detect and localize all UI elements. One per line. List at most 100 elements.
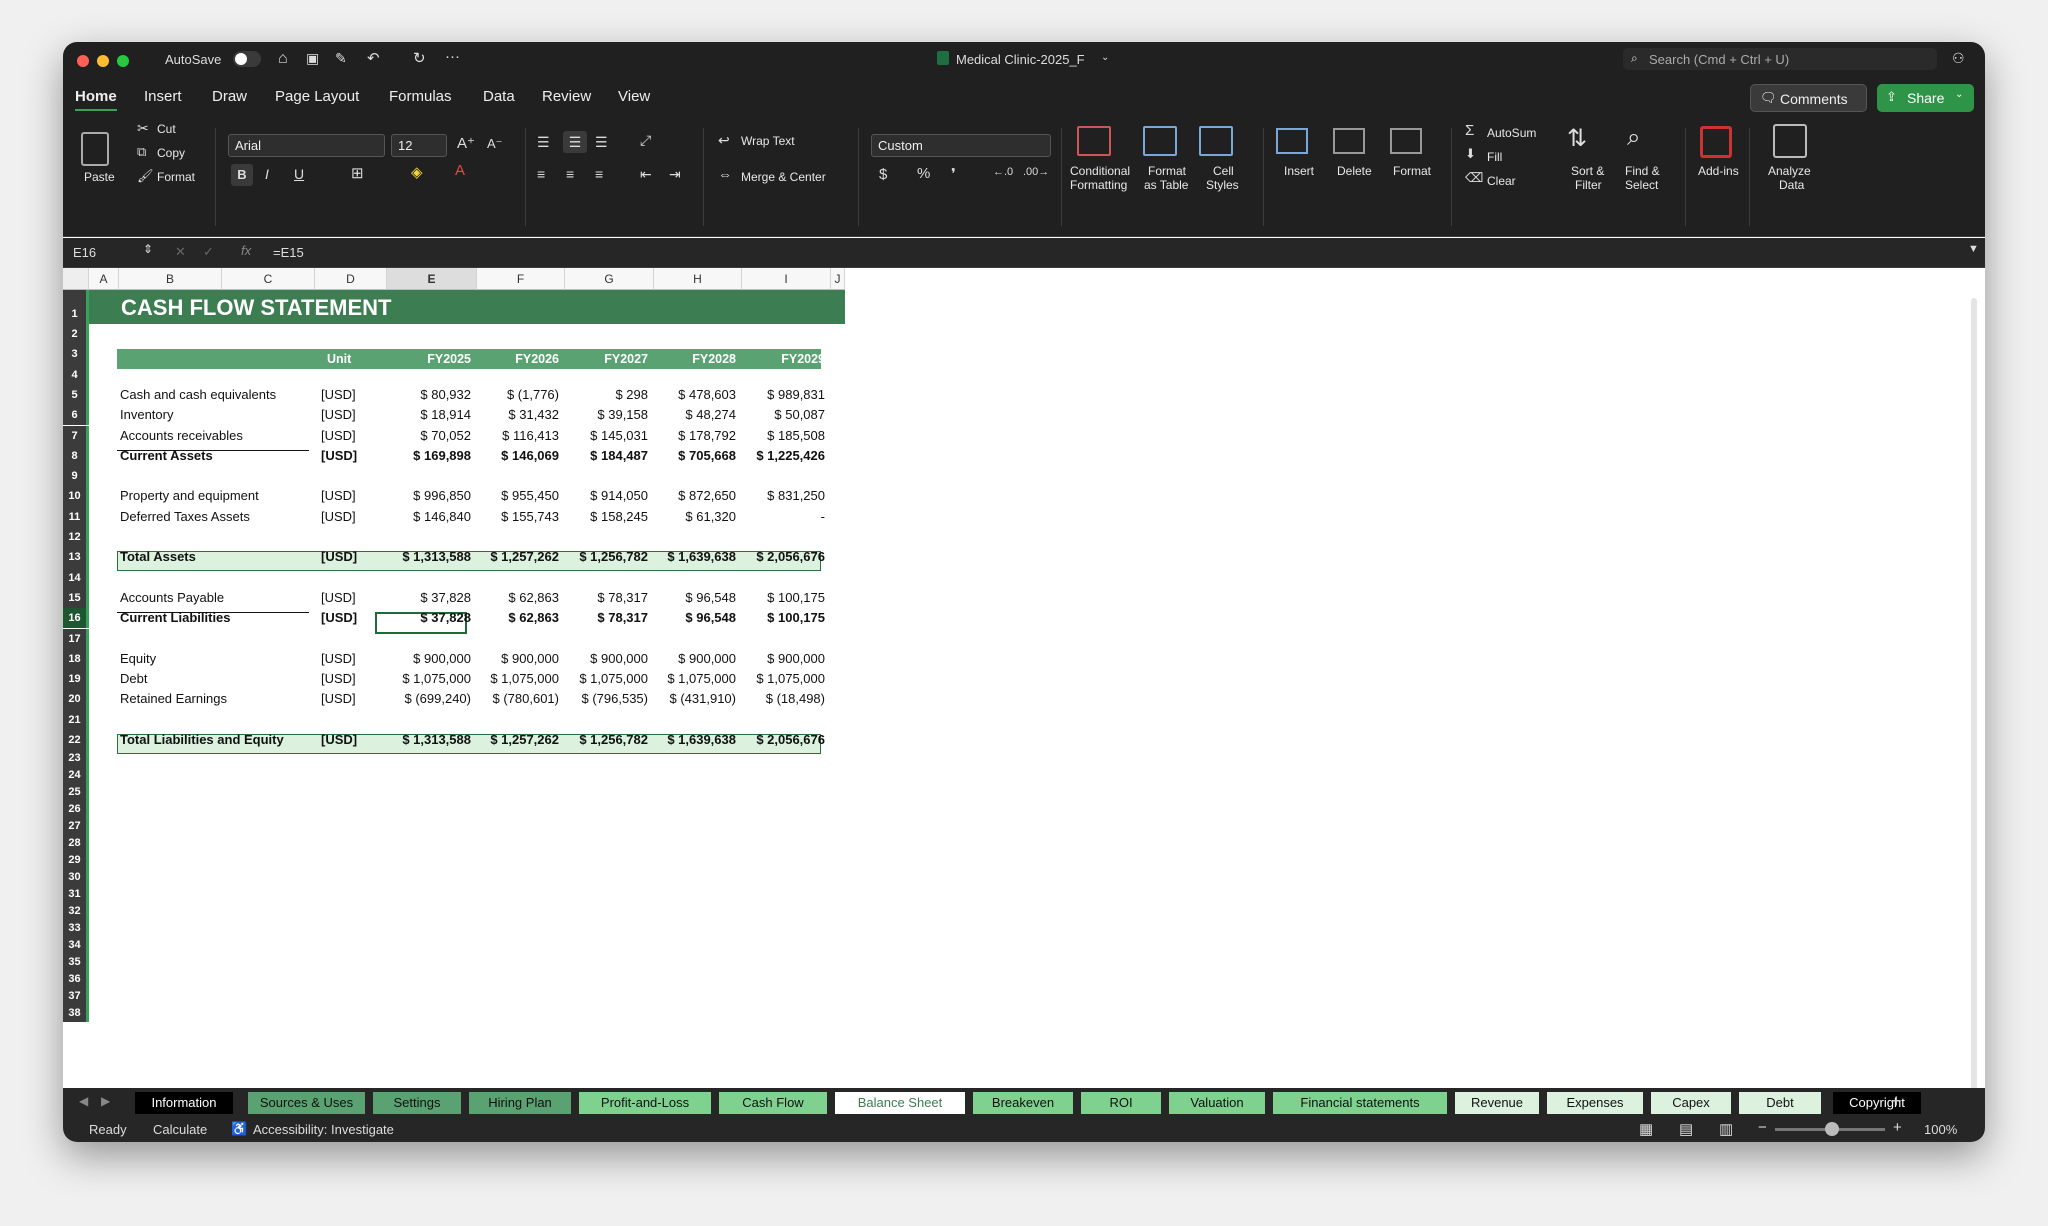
row-header-19[interactable]: 19 <box>63 669 89 690</box>
cell-styles-label[interactable]: Cell <box>1213 164 1234 178</box>
sheet-tab-revenue[interactable]: Revenue <box>1455 1092 1539 1114</box>
sheet-tab-settings[interactable]: Settings <box>373 1092 461 1114</box>
row-header-36[interactable]: 36 <box>63 971 89 989</box>
row-header-24[interactable]: 24 <box>63 767 89 785</box>
row-header-10[interactable]: 10 <box>63 486 89 507</box>
font-color-icon[interactable]: A <box>455 162 465 179</box>
formula-input[interactable]: =E15 <box>273 245 304 260</box>
sheet-tab-copyright[interactable]: Copyright <box>1833 1092 1921 1114</box>
col-header-f[interactable]: F <box>477 268 565 290</box>
format-as-table-label[interactable]: Format <box>1148 164 1186 178</box>
merge-center-icon[interactable]: ⇔ <box>718 166 732 182</box>
row-header-12[interactable]: 12 <box>63 527 89 548</box>
row-header-4[interactable]: 4 <box>63 364 89 385</box>
enter-icon[interactable]: ✓ <box>203 244 214 260</box>
row-header-29[interactable]: 29 <box>63 852 89 870</box>
row-header-25[interactable]: 25 <box>63 784 89 802</box>
sheet-tab-expenses[interactable]: Expenses <box>1547 1092 1643 1114</box>
borders-icon[interactable]: ⊞ <box>351 164 364 182</box>
row-header-38[interactable]: 38 <box>63 1005 89 1023</box>
tab-draw[interactable]: Draw <box>212 88 247 105</box>
worksheet-grid[interactable]: A B C D E F G H I J 1 2 3 4 5 6 7 8 9 10 11 12 13 14 1… <box>63 268 1985 1126</box>
page-break-view-icon[interactable]: ▥ <box>1719 1120 1733 1138</box>
currency-icon[interactable]: $ <box>879 166 887 183</box>
cut-icon[interactable]: ✂ <box>137 120 149 137</box>
more-icon[interactable]: ··· <box>445 48 460 65</box>
wrap-text-label[interactable]: Wrap Text <box>741 134 795 148</box>
conditional-formatting-icon[interactable] <box>1077 126 1111 156</box>
row-header-33[interactable]: 33 <box>63 920 89 938</box>
insert-label[interactable]: Insert <box>1284 164 1314 178</box>
sort-filter-label[interactable]: Sort & <box>1571 164 1604 178</box>
increase-decimal-icon[interactable]: ←.0 <box>993 166 1013 178</box>
sheet-tab-financial-statements[interactable]: Financial statements <box>1273 1092 1447 1114</box>
sheet-tab-information[interactable]: Information <box>135 1092 233 1114</box>
row-header-6[interactable]: 6 <box>63 405 89 426</box>
status-accessibility[interactable]: Accessibility: Investigate <box>253 1122 394 1137</box>
zoom-slider-thumb[interactable] <box>1825 1122 1839 1136</box>
font-size-select[interactable]: 12 <box>391 134 447 157</box>
row-header-22[interactable]: 22 <box>63 730 89 751</box>
cut-label[interactable]: Cut <box>157 122 176 136</box>
format-cells-icon[interactable] <box>1390 128 1422 154</box>
conditional-formatting-label[interactable]: Conditional <box>1070 164 1130 178</box>
percent-icon[interactable]: % <box>917 165 930 182</box>
format-as-table-icon[interactable] <box>1143 126 1177 156</box>
sheet-tab-breakeven[interactable]: Breakeven <box>973 1092 1073 1114</box>
row-header-27[interactable]: 27 <box>63 818 89 836</box>
redo-icon[interactable]: ↻ <box>413 49 426 67</box>
decrease-font-icon[interactable]: A⁻ <box>487 136 503 152</box>
share-people-icon[interactable]: ⚇ <box>1952 50 1965 67</box>
autosave-toggle[interactable] <box>233 51 261 67</box>
row-header-35[interactable]: 35 <box>63 954 89 972</box>
addins-label[interactable]: Add-ins <box>1698 164 1739 178</box>
status-calculate[interactable]: Calculate <box>153 1122 207 1137</box>
sheet-tab-cash-flow[interactable]: Cash Flow <box>719 1092 827 1114</box>
zoom-in-icon[interactable]: + <box>1893 1119 1902 1136</box>
row-header-34[interactable]: 34 <box>63 937 89 955</box>
name-box[interactable]: E16 <box>73 245 96 260</box>
align-bottom-icon[interactable]: ☰ <box>595 134 608 151</box>
delete-cells-icon[interactable] <box>1333 128 1365 154</box>
tab-view[interactable]: View <box>618 88 650 105</box>
analyze-data-icon[interactable] <box>1773 124 1807 158</box>
row-header-28[interactable]: 28 <box>63 835 89 853</box>
col-header-b[interactable]: B <box>119 268 222 290</box>
tab-page-layout[interactable]: Page Layout <box>275 88 359 105</box>
row-header-11[interactable]: 11 <box>63 506 89 527</box>
add-sheet-icon[interactable]: + <box>1891 1091 1902 1112</box>
sheet-tab-balance-sheet[interactable]: Balance Sheet <box>835 1092 965 1114</box>
decrease-decimal-icon[interactable]: .00→ <box>1023 166 1049 178</box>
increase-font-icon[interactable]: A⁺ <box>457 134 475 152</box>
align-right-icon[interactable]: ≡ <box>595 166 603 182</box>
row-header-20[interactable]: 20 <box>63 689 89 710</box>
edit-icon[interactable]: ✎ <box>335 50 347 67</box>
row-header-26[interactable]: 26 <box>63 801 89 819</box>
fill-icon[interactable]: ⬇ <box>1465 146 1476 162</box>
analyze-data-label[interactable]: Analyze <box>1768 164 1811 178</box>
row-header-13[interactable]: 13 <box>63 547 89 568</box>
sheet-tab-hiring-plan[interactable]: Hiring Plan <box>469 1092 571 1114</box>
row-header-5[interactable]: 5 <box>63 384 89 406</box>
tab-formulas[interactable]: Formulas <box>389 88 452 105</box>
row-header-3[interactable]: 3 <box>63 344 89 365</box>
wrap-text-icon[interactable]: ↩ <box>718 132 730 149</box>
function-icon[interactable]: fx <box>241 243 251 258</box>
sheet-tab-capex[interactable]: Capex <box>1651 1092 1731 1114</box>
format-label[interactable]: Format <box>1393 164 1431 178</box>
cell-styles-icon[interactable] <box>1199 126 1233 156</box>
share-button[interactable]: ⇪ Share ⌄ <box>1877 84 1974 112</box>
row-header-9[interactable]: 9 <box>63 466 89 487</box>
chevron-down-icon[interactable]: ⌄ <box>1101 52 1109 63</box>
copy-icon[interactable]: ⧉ <box>137 144 146 160</box>
align-middle-icon[interactable]: ☰ <box>563 131 587 153</box>
copy-label[interactable]: Copy <box>157 146 185 160</box>
merge-center-label[interactable]: Merge & Center <box>741 170 826 184</box>
comments-button[interactable]: 🗨 Comments <box>1750 84 1867 112</box>
col-header-e[interactable]: E <box>387 268 477 290</box>
minimize-window-button[interactable] <box>97 55 109 67</box>
autosum-icon[interactable]: Σ <box>1465 122 1474 139</box>
zoom-level[interactable]: 100% <box>1924 1122 1957 1137</box>
tab-data[interactable]: Data <box>483 88 515 105</box>
eraser-icon[interactable]: ⌫ <box>1465 170 1483 186</box>
